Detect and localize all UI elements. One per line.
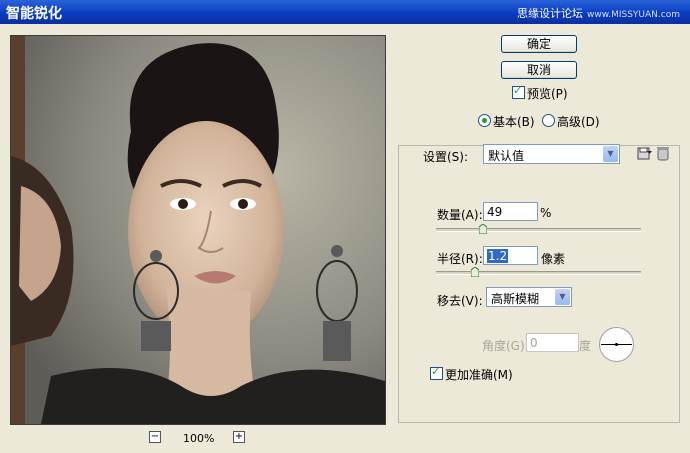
amount-slider-track[interactable] [436, 228, 641, 232]
radius-slider-thumb[interactable] [470, 267, 479, 277]
remove-label: 移去(V): [437, 294, 483, 308]
remove-dropdown[interactable]: 高斯模糊 ▼ [486, 287, 572, 307]
settings-dropdown[interactable]: 默认值 ▼ [483, 144, 620, 164]
angle-dial-needle-icon [601, 343, 632, 346]
radius-slider-track[interactable] [436, 271, 641, 275]
zoom-in-button[interactable]: + [233, 431, 245, 443]
save-settings-icon[interactable] [637, 145, 653, 161]
radius-label: 半径(R): [437, 252, 483, 266]
more-accurate-label: 更加准确(M) [445, 368, 513, 382]
image-preview[interactable] [10, 35, 386, 425]
chevron-down-icon: ▼ [603, 146, 618, 162]
radius-input[interactable]: 1.2 [483, 246, 538, 265]
settings-value: 默认值 [488, 149, 525, 163]
window-title: 智能锐化 [6, 6, 62, 22]
preview-label: 预览(P) [527, 87, 568, 101]
delete-settings-icon[interactable] [656, 145, 670, 161]
zoom-level: 100% [183, 432, 215, 445]
amount-unit: % [540, 206, 552, 220]
amount-value: 49 [487, 205, 503, 219]
angle-dial[interactable] [599, 327, 634, 362]
cancel-button[interactable]: 取消 [501, 61, 577, 79]
watermark: 思缘设计论坛 www.MISSYUAN.com [517, 5, 680, 21]
preview-checkbox[interactable] [512, 84, 525, 99]
amount-input[interactable]: 49 [483, 202, 538, 221]
more-accurate-checkbox[interactable] [430, 365, 443, 380]
amount-slider-thumb[interactable] [479, 224, 488, 234]
remove-value: 高斯模糊 [491, 292, 540, 306]
angle-unit: 度 [579, 339, 592, 353]
angle-label: 角度(G): [482, 339, 529, 353]
mode-advanced-label: 高级(D) [557, 115, 600, 129]
mode-basic-label: 基本(B) [493, 115, 535, 129]
watermark-text: 思缘设计论坛 [516, 7, 583, 20]
ok-button[interactable]: 确定 [501, 35, 577, 53]
title-bar: 智能锐化 思缘设计论坛 www.MISSYUAN.com [0, 0, 690, 24]
zoom-out-button[interactable]: − [149, 431, 161, 443]
chevron-down-icon: ▼ [555, 289, 570, 305]
mode-advanced-radio[interactable] [542, 114, 555, 127]
amount-label: 数量(A): [437, 208, 483, 222]
portrait-image [11, 36, 385, 424]
settings-label: 设置(S): [423, 150, 469, 164]
mode-basic-radio[interactable] [478, 114, 491, 127]
watermark-site: www.MISSYUAN.com [586, 10, 680, 20]
settings-group [398, 145, 680, 423]
angle-input[interactable]: 0 [526, 333, 579, 352]
angle-value: 0 [530, 336, 538, 350]
radius-value: 1.2 [487, 249, 509, 263]
radius-unit: 像素 [541, 252, 566, 266]
